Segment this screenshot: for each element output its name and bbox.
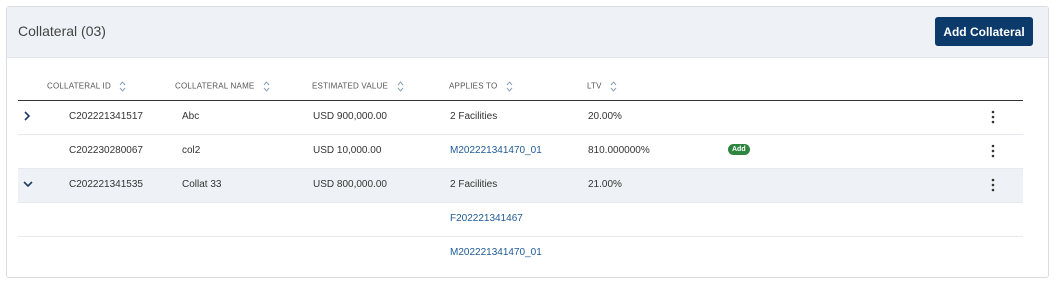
- sort-icon: [397, 81, 403, 92]
- add-collateral-button[interactable]: Add Collateral: [935, 17, 1033, 46]
- column-header-collateral-name[interactable]: COLLATERAL NAME: [175, 81, 270, 92]
- facility-link[interactable]: F202221341467: [450, 213, 523, 224]
- ltv: 21.00%: [588, 179, 622, 190]
- collateral-table: COLLATERAL ID COLLATERAL NAME ESTIMATED …: [18, 75, 1023, 270]
- column-header-applies-to[interactable]: APPLIES TO: [449, 81, 513, 92]
- estimated-value: USD 10,000.00: [313, 145, 382, 156]
- table-row: C202221341517 Abc USD 900,000.00 2 Facil…: [18, 101, 1023, 135]
- collateral-id: C202230280067: [69, 145, 143, 156]
- collateral-name: Abc: [182, 111, 200, 122]
- sort-icon: [506, 81, 513, 92]
- applies-to-link[interactable]: M202221341470_01: [450, 145, 542, 156]
- collateral-name: Collat 33: [182, 179, 222, 190]
- column-label: COLLATERAL ID: [47, 81, 111, 91]
- collateral-name: col2: [182, 145, 201, 156]
- column-label: LTV: [587, 81, 602, 91]
- table-header: COLLATERAL ID COLLATERAL NAME ESTIMATED …: [18, 75, 1023, 101]
- applies-to: 2 Facilities: [450, 179, 498, 190]
- panel-title: Collateral (03): [18, 23, 106, 39]
- sort-icon: [120, 81, 126, 92]
- collateral-id: C202221341535: [69, 179, 143, 190]
- sub-row: M202221341470_01: [18, 237, 1023, 270]
- table-row-expanded: C202221341535 Collat 33 USD 800,000.00 2…: [18, 169, 1023, 203]
- more-options-icon[interactable]: [991, 178, 995, 192]
- column-label: ESTIMATED VALUE: [312, 81, 389, 91]
- sort-icon: [263, 81, 270, 92]
- sub-row: F202221341467: [18, 203, 1023, 237]
- collateral-id: C202221341517: [69, 111, 143, 122]
- sort-icon: [610, 81, 617, 92]
- chevron-right-icon[interactable]: [21, 109, 33, 123]
- ltv: 810.000000%: [588, 145, 650, 156]
- column-header-ltv[interactable]: LTV: [587, 81, 617, 92]
- estimated-value: USD 800,000.00: [313, 179, 387, 190]
- column-header-estimated-value[interactable]: ESTIMATED VALUE: [312, 81, 404, 92]
- ltv: 20.00%: [588, 111, 622, 122]
- add-badge[interactable]: Add: [728, 144, 750, 155]
- column-label: APPLIES TO: [449, 81, 498, 91]
- applies-to: 2 Facilities: [450, 111, 498, 122]
- facility-link[interactable]: M202221341470_01: [450, 247, 542, 258]
- column-label: COLLATERAL NAME: [175, 81, 255, 91]
- chevron-down-icon[interactable]: [21, 177, 35, 191]
- estimated-value: USD 900,000.00: [313, 111, 387, 122]
- more-options-icon[interactable]: [991, 110, 995, 124]
- panel-header: Collateral (03) Add Collateral: [7, 7, 1048, 58]
- more-options-icon[interactable]: [991, 144, 995, 158]
- table-row: C202230280067 col2 USD 10,000.00 M202221…: [18, 135, 1023, 169]
- column-header-collateral-id[interactable]: COLLATERAL ID: [47, 81, 126, 92]
